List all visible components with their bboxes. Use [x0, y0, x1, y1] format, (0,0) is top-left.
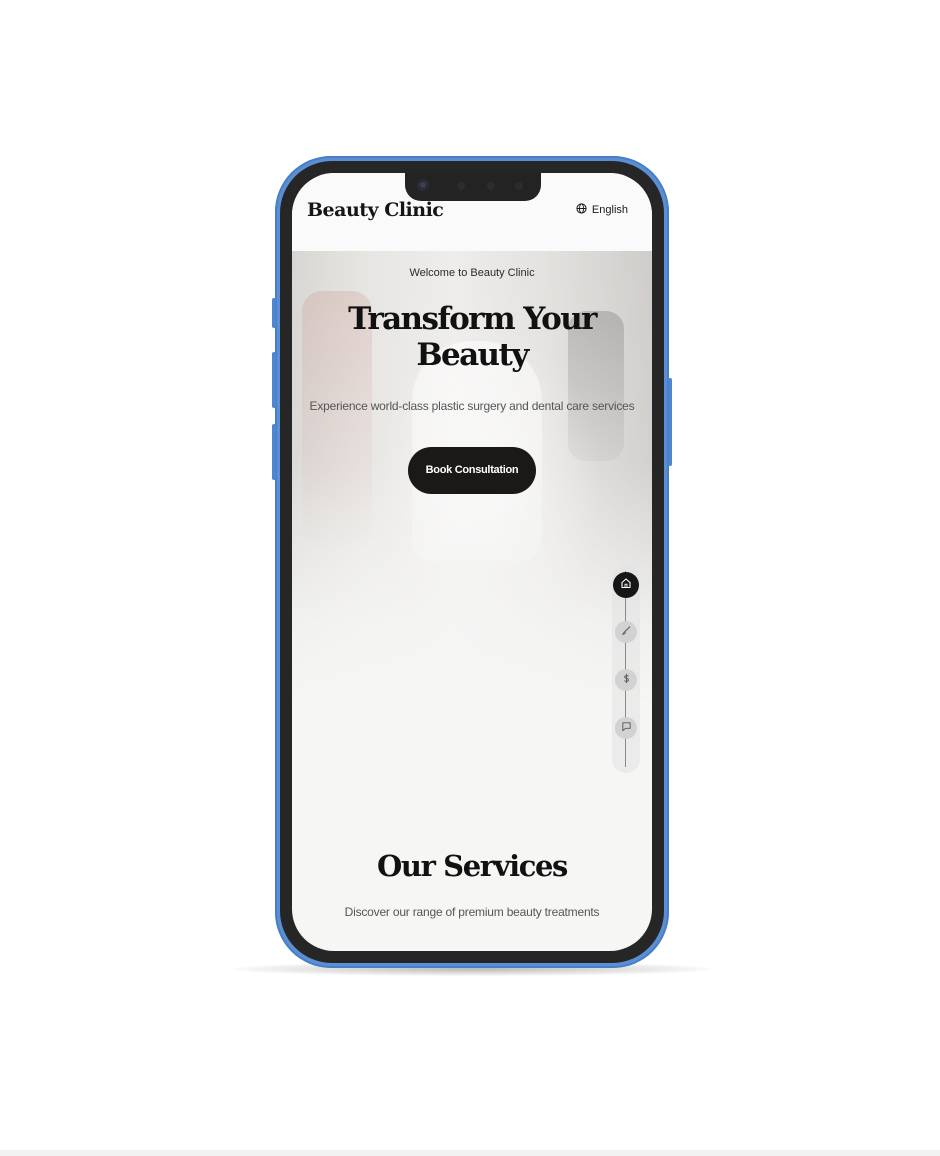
phone-volume-up — [272, 352, 276, 408]
side-nav-pricing[interactable] — [615, 669, 637, 691]
side-nav-services[interactable] — [615, 621, 637, 643]
hero-welcome: Welcome to Beauty Clinic — [409, 267, 535, 279]
section-side-nav — [612, 565, 640, 773]
hero-section: Welcome to Beauty Clinic Transform Your … — [292, 251, 652, 771]
sensor — [515, 182, 523, 190]
phone-screen: Beauty Clinic English Welcome to Beauty … — [292, 173, 652, 951]
side-nav-home[interactable] — [613, 572, 639, 598]
home-icon — [620, 576, 632, 594]
page-canvas: Beauty Clinic English Welcome to Beauty … — [0, 0, 940, 1156]
message-icon — [621, 719, 632, 737]
services-section: Our Services Discover our range of premi… — [292, 849, 652, 919]
services-subtitle: Discover our range of premium beauty tre… — [344, 905, 600, 919]
phone-notch — [405, 173, 541, 201]
services-title: Our Services — [377, 849, 568, 883]
dollar-icon — [621, 671, 632, 689]
sensor — [457, 182, 465, 190]
phone-power-button — [668, 378, 672, 466]
brush-icon — [621, 623, 632, 641]
hero-title: Transform Your Beauty — [348, 301, 597, 373]
page-bottom-strip — [0, 1150, 940, 1156]
language-label: English — [591, 204, 628, 216]
hero-content: Welcome to Beauty Clinic Transform Your … — [292, 251, 652, 494]
language-selector[interactable]: English — [576, 203, 628, 217]
book-consultation-button[interactable]: Book Consultation — [407, 447, 537, 494]
hero-subtitle: Experience world-class plastic surgery a… — [309, 399, 635, 413]
sensor — [487, 182, 495, 190]
phone-mockup: Beauty Clinic English Welcome to Beauty … — [272, 156, 672, 968]
phone-bezel: Beauty Clinic English Welcome to Beauty … — [280, 161, 664, 963]
side-nav-contact[interactable] — [615, 717, 637, 739]
site-logo[interactable]: Beauty Clinic — [307, 199, 444, 221]
phone-side-button — [272, 298, 276, 328]
phone-volume-down — [272, 424, 276, 480]
front-camera — [417, 179, 429, 191]
globe-icon — [576, 203, 587, 217]
